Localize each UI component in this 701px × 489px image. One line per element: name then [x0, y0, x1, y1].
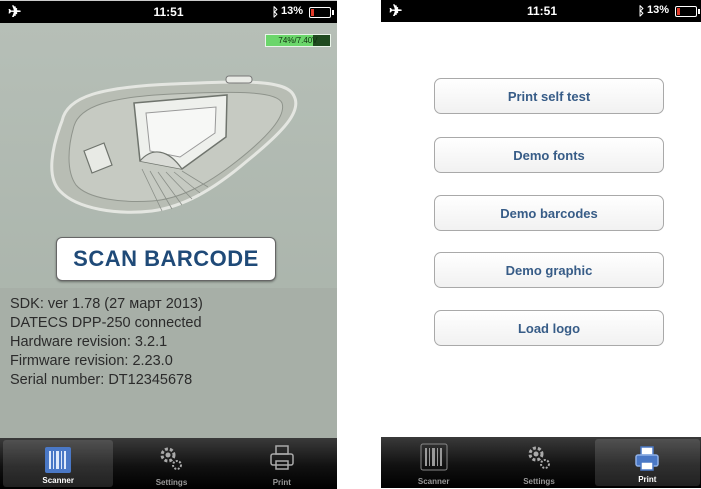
tab-label-settings: Settings — [155, 478, 188, 487]
barcode-icon — [45, 447, 72, 473]
status-bar: ✈ 11:51 ᛒ 13% — [0, 1, 337, 23]
status-bar: ✈ 11:51 ᛒ 13% — [381, 0, 701, 22]
gears-icon — [528, 446, 550, 469]
battery-icon — [675, 6, 700, 17]
demo-fonts-button[interactable]: Demo fonts — [434, 137, 664, 173]
device-connection-status: DATECS DPP-250 connected — [10, 315, 202, 331]
demo-graphic-button[interactable]: Demo graphic — [434, 252, 664, 288]
barcode-scanner-illustration — [50, 75, 298, 214]
scan-barcode-button[interactable]: SCAN BARCODE — [56, 237, 276, 281]
battery-percent: 13% — [280, 5, 303, 17]
tab-settings[interactable]: Settings — [116, 438, 226, 489]
tab-label-print: Print — [638, 475, 657, 484]
tab-scanner[interactable]: Scanner — [381, 437, 486, 488]
demo-barcodes-button[interactable]: Demo barcodes — [434, 195, 664, 231]
firmware-revision: Firmware revision: 2.23.0 — [10, 353, 173, 369]
printer-battery-indicator: 74%/7.40V — [265, 34, 331, 47]
scanner-view: 74%/7.40V SCAN BARCODE SDK: ver 1.78 (27… — [0, 23, 337, 438]
tab-label-scanner: Scanner — [42, 476, 74, 485]
printer-icon — [635, 446, 660, 471]
tab-label-print: Print — [272, 478, 291, 487]
gears-icon — [160, 447, 183, 470]
bluetooth-icon: ᛒ — [637, 4, 645, 18]
tab-settings[interactable]: Settings — [486, 437, 591, 488]
device-info-panel: SDK: ver 1.78 (27 март 2013) DATECS DPP-… — [0, 288, 337, 438]
battery-icon — [309, 7, 334, 18]
tab-label-settings: Settings — [523, 477, 555, 486]
tab-scanner[interactable]: Scanner — [3, 440, 114, 487]
barcode-icon — [420, 443, 448, 471]
battery-percent: 13% — [646, 4, 669, 16]
tab-print[interactable]: Print — [594, 439, 700, 486]
load-logo-button[interactable]: Load logo — [434, 310, 664, 346]
bluetooth-icon: ᛒ — [271, 5, 279, 19]
print-menu: Print self test Demo fonts Demo barcodes… — [381, 22, 701, 437]
scanner-phone-screen: ✈ 11:51 ᛒ 13% 74%/7.40V SCAN BARCODE SDK… — [0, 0, 337, 489]
tab-label-scanner: Scanner — [417, 477, 450, 486]
tab-bar: Scanner Settings Print — [0, 438, 337, 489]
print-phone-screen: ✈ 11:51 ᛒ 13% Print self test Demo fonts… — [381, 0, 701, 488]
hardware-revision: Hardware revision: 3.2.1 — [10, 334, 168, 350]
tab-bar: Scanner Settings Print — [381, 437, 701, 488]
serial-number: Serial number: DT12345678 — [10, 372, 193, 388]
sdk-version: SDK: ver 1.78 (27 март 2013) — [10, 296, 203, 312]
print-self-test-button[interactable]: Print self test — [434, 78, 664, 114]
tab-print[interactable]: Print — [227, 438, 337, 489]
printer-battery-text: 74%/7.40V — [278, 36, 318, 45]
printer-icon — [270, 445, 294, 470]
